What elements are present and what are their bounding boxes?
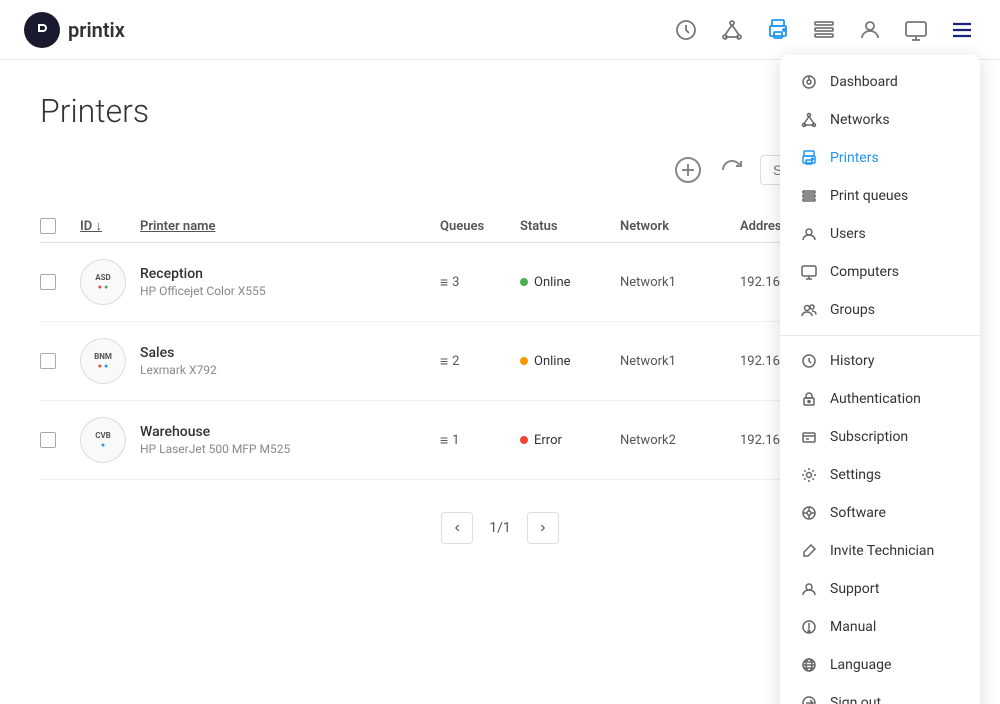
- menu-label-users: Users: [830, 226, 866, 242]
- settings-menu-icon: [800, 466, 818, 484]
- subscription-menu-icon: [800, 428, 818, 446]
- row-queues-3: ≡ 1: [440, 432, 520, 449]
- clock-nav-icon[interactable]: [672, 16, 700, 44]
- status-column-header: Status: [520, 219, 620, 234]
- row-checkbox-3[interactable]: [40, 432, 80, 448]
- queues-column-header: Queues: [440, 219, 520, 234]
- row-network-1: Network1: [620, 275, 740, 290]
- manual-menu-icon: [800, 618, 818, 636]
- authentication-menu-icon: [800, 390, 818, 408]
- menu-label-language: Language: [830, 657, 891, 673]
- user-nav-icon[interactable]: [856, 16, 884, 44]
- dropdown-menu: Dashboard Networks Printers: [780, 55, 980, 704]
- menu-label-computers: Computers: [830, 264, 899, 280]
- network-nav-icon[interactable]: [718, 16, 746, 44]
- row-avatar-3: CVB ●: [80, 417, 140, 463]
- menu-item-language[interactable]: Language: [780, 646, 980, 684]
- menu-item-support[interactable]: Support: [780, 570, 980, 608]
- header-nav-icons: [672, 16, 976, 44]
- menu-item-computers[interactable]: Computers: [780, 253, 980, 291]
- menu-item-settings[interactable]: Settings: [780, 456, 980, 494]
- menu-item-subscription[interactable]: Subscription: [780, 418, 980, 456]
- menu-divider: [780, 335, 980, 336]
- id-column-header[interactable]: ID ↓: [80, 218, 140, 234]
- menu-label-history: History: [830, 353, 875, 369]
- app-name: printix: [68, 18, 125, 42]
- networks-menu-icon: [800, 111, 818, 129]
- menu-item-authentication[interactable]: Authentication: [780, 380, 980, 418]
- menu-label-subscription: Subscription: [830, 429, 908, 445]
- groups-menu-icon: [800, 301, 818, 319]
- menu-label-settings: Settings: [830, 467, 881, 483]
- menu-label-manual: Manual: [830, 619, 876, 635]
- history-menu-icon: [800, 352, 818, 370]
- menu-label-printers: Printers: [830, 150, 879, 166]
- dashboard-menu-icon: [800, 73, 818, 91]
- menu-item-sign-out[interactable]: Sign out: [780, 684, 980, 704]
- support-menu-icon: [800, 580, 818, 598]
- menu-item-dashboard[interactable]: Dashboard: [780, 63, 980, 101]
- language-menu-icon: [800, 656, 818, 674]
- row-status-1: Online: [520, 275, 620, 290]
- menu-item-history[interactable]: History: [780, 342, 980, 380]
- row-checkbox-2[interactable]: [40, 353, 80, 369]
- sign-out-menu-icon: [800, 694, 818, 704]
- menu-label-dashboard: Dashboard: [830, 74, 898, 90]
- computers-menu-icon: [800, 263, 818, 281]
- menu-item-invite-technician[interactable]: Invite Technician: [780, 532, 980, 570]
- printqueue-nav-icon[interactable]: [810, 16, 838, 44]
- refresh-button[interactable]: [716, 154, 748, 186]
- row-name-2[interactable]: Sales Lexmark X792: [140, 345, 440, 377]
- hamburger-menu-icon[interactable]: [948, 16, 976, 44]
- invite-technician-menu-icon: [800, 542, 818, 560]
- menu-item-groups[interactable]: Groups: [780, 291, 980, 329]
- software-menu-icon: [800, 504, 818, 522]
- prev-page-button[interactable]: ‹: [441, 512, 473, 544]
- menu-label-networks: Networks: [830, 112, 890, 128]
- menu-label-software: Software: [830, 505, 886, 521]
- row-status-3: Error: [520, 433, 620, 448]
- page-info: 1/1: [489, 520, 511, 536]
- app-header: printix: [0, 0, 1000, 60]
- menu-label-support: Support: [830, 581, 879, 597]
- row-network-3: Network2: [620, 433, 740, 448]
- row-queues-1: ≡ 3: [440, 274, 520, 291]
- add-button[interactable]: [672, 154, 704, 186]
- menu-label-authentication: Authentication: [830, 391, 921, 407]
- select-all-checkbox[interactable]: [40, 218, 80, 234]
- row-name-1[interactable]: Reception HP Officejet Color X555: [140, 266, 440, 298]
- users-menu-icon: [800, 225, 818, 243]
- print-queues-menu-icon: [800, 187, 818, 205]
- network-column-header: Network: [620, 219, 740, 234]
- printers-menu-icon: [800, 149, 818, 167]
- row-queues-2: ≡ 2: [440, 353, 520, 370]
- logo-area: printix: [24, 12, 125, 48]
- menu-item-users[interactable]: Users: [780, 215, 980, 253]
- menu-label-sign-out: Sign out: [830, 695, 881, 704]
- logo-icon[interactable]: [24, 12, 60, 48]
- row-name-3[interactable]: Warehouse HP LaserJet 500 MFP M525: [140, 424, 440, 456]
- row-avatar-1: ASD ● ●: [80, 259, 140, 305]
- computer-nav-icon[interactable]: [902, 16, 930, 44]
- menu-item-manual[interactable]: Manual: [780, 608, 980, 646]
- menu-item-software[interactable]: Software: [780, 494, 980, 532]
- row-network-2: Network1: [620, 354, 740, 369]
- menu-label-groups: Groups: [830, 302, 875, 318]
- name-column-header[interactable]: Printer name: [140, 219, 440, 234]
- menu-item-print-queues[interactable]: Print queues: [780, 177, 980, 215]
- row-status-2: Online: [520, 354, 620, 369]
- printer-nav-icon[interactable]: [764, 16, 792, 44]
- row-avatar-2: BNM ● ●: [80, 338, 140, 384]
- menu-label-print-queues: Print queues: [830, 188, 908, 204]
- menu-item-networks[interactable]: Networks: [780, 101, 980, 139]
- row-checkbox-1[interactable]: [40, 274, 80, 290]
- menu-item-printers[interactable]: Printers: [780, 139, 980, 177]
- menu-label-invite-technician: Invite Technician: [830, 543, 934, 559]
- next-page-button[interactable]: ›: [527, 512, 559, 544]
